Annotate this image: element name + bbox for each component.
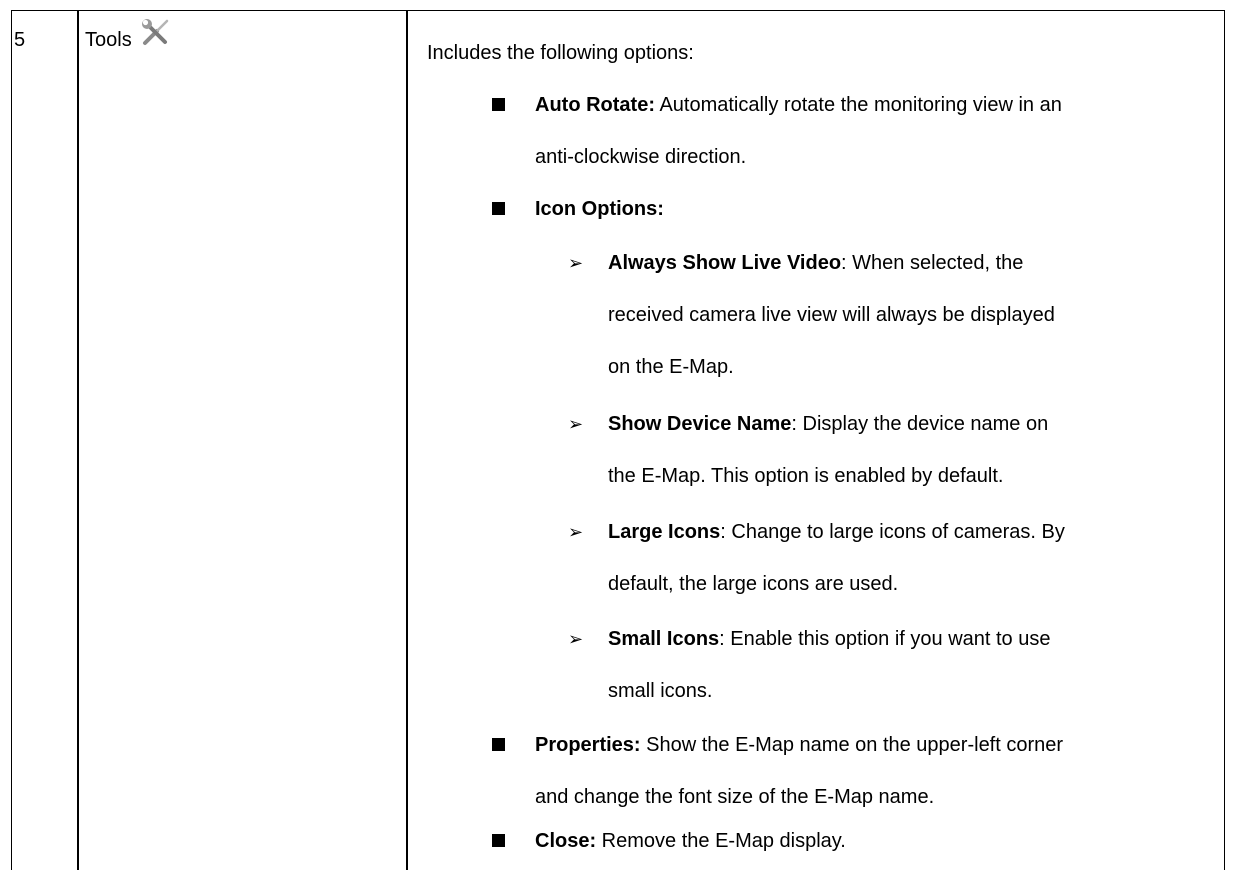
square-bullet-icon	[492, 738, 505, 751]
arrow-bullet-icon: ➢	[568, 522, 584, 542]
row-number: 5	[14, 29, 26, 51]
option-close: Close: Remove the E-Map display.	[535, 830, 846, 852]
intro-text: Includes the following options:	[427, 42, 694, 64]
column-divider	[406, 11, 408, 870]
suboption-always-show-live-video-cont: on the E-Map.	[608, 356, 734, 378]
square-bullet-icon	[492, 834, 505, 847]
suboption-always-show-live-video: Always Show Live Video: When selected, t…	[608, 252, 1024, 274]
arrow-bullet-icon: ➢	[568, 253, 584, 273]
arrow-bullet-icon: ➢	[568, 629, 584, 649]
suboption-show-device-name: Show Device Name: Display the device nam…	[608, 413, 1049, 435]
suboption-large-icons-cont: default, the large icons are used.	[608, 573, 899, 595]
square-bullet-icon	[492, 98, 505, 111]
row-name: Tools	[85, 29, 132, 51]
suboption-small-icons-cont: small icons.	[608, 680, 713, 702]
option-auto-rotate-cont: anti-clockwise direction.	[535, 146, 747, 168]
suboption-show-device-name-cont: the E-Map. This option is enabled by def…	[608, 465, 1004, 487]
suboption-always-show-live-video-cont: received camera live view will always be…	[608, 304, 1055, 326]
option-auto-rotate: Auto Rotate: Automatically rotate the mo…	[535, 94, 1062, 116]
option-icon-options: Icon Options:	[535, 198, 664, 220]
column-divider	[77, 11, 79, 870]
option-properties-cont: and change the font size of the E-Map na…	[535, 786, 935, 808]
square-bullet-icon	[492, 202, 505, 215]
row-name-cell: Tools	[85, 19, 172, 52]
suboption-large-icons: Large Icons: Change to large icons of ca…	[608, 521, 1065, 543]
option-properties: Properties: Show the E-Map name on the u…	[535, 734, 1064, 756]
arrow-bullet-icon: ➢	[568, 414, 584, 434]
suboption-small-icons: Small Icons: Enable this option if you w…	[608, 628, 1051, 650]
tools-icon	[140, 16, 172, 48]
